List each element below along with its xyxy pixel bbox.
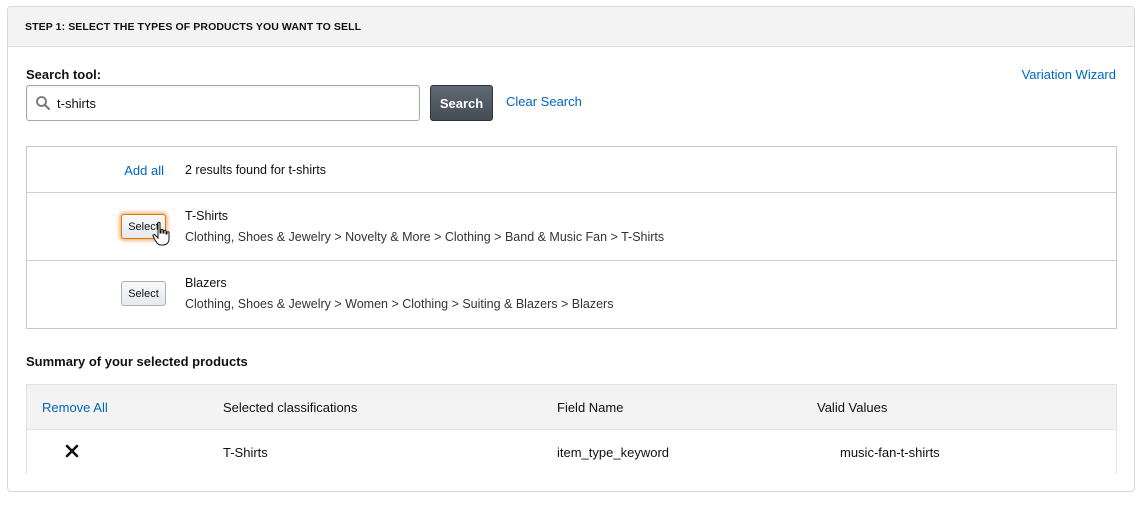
valid-value-cell: music-fan-t-shirts (840, 445, 940, 460)
result-path: Clothing, Shoes & Jewelry > Women > Clot… (185, 297, 614, 311)
variation-wizard-link[interactable]: Variation Wizard (1022, 67, 1116, 82)
step1-panel: STEP 1: SELECT THE TYPES OF PRODUCTS YOU… (7, 6, 1135, 492)
column-header-valid-values: Valid Values (817, 400, 888, 415)
summary-table: Remove All Selected classifications Fiel… (26, 384, 1117, 474)
column-header-classifications: Selected classifications (223, 400, 358, 415)
results-header: Add all 2 results found for t-shirts (27, 147, 1116, 193)
summary-header-row: Remove All Selected classifications Fiel… (27, 385, 1116, 430)
search-box[interactable] (26, 85, 420, 121)
panel-title: STEP 1: SELECT THE TYPES OF PRODUCTS YOU… (25, 20, 362, 33)
result-name: T-Shirts (185, 209, 229, 223)
clear-search-link[interactable]: Clear Search (506, 94, 582, 109)
result-row: Select T-Shirts Clothing, Shoes & Jewelr… (27, 193, 1116, 261)
table-row: T-Shirts item_type_keyword music-fan-t-s… (27, 430, 1116, 474)
close-icon[interactable] (65, 444, 79, 458)
field-name-cell: item_type_keyword (557, 445, 669, 460)
classification-cell: T-Shirts (223, 445, 268, 460)
search-tool-label: Search tool: (26, 67, 102, 82)
remove-all-link[interactable]: Remove All (42, 400, 108, 415)
summary-title: Summary of your selected products (26, 354, 248, 369)
result-path: Clothing, Shoes & Jewelry > Novelty & Mo… (185, 230, 665, 244)
search-icon (36, 96, 50, 110)
result-row: Select Blazers Clothing, Shoes & Jewelry… (27, 261, 1116, 328)
search-results: Add all 2 results found for t-shirts Sel… (26, 146, 1117, 329)
panel-header: STEP 1: SELECT THE TYPES OF PRODUCTS YOU… (8, 7, 1134, 47)
select-button-blazers[interactable]: Select (121, 281, 166, 306)
add-all-link[interactable]: Add all (124, 163, 164, 178)
search-button[interactable]: Search (430, 85, 493, 121)
column-header-field-name: Field Name (557, 400, 624, 415)
result-name: Blazers (185, 276, 227, 290)
results-count: 2 results found for t-shirts (185, 163, 327, 177)
select-button-t-shirts[interactable]: Select (121, 214, 166, 239)
search-input[interactable] (57, 95, 397, 111)
